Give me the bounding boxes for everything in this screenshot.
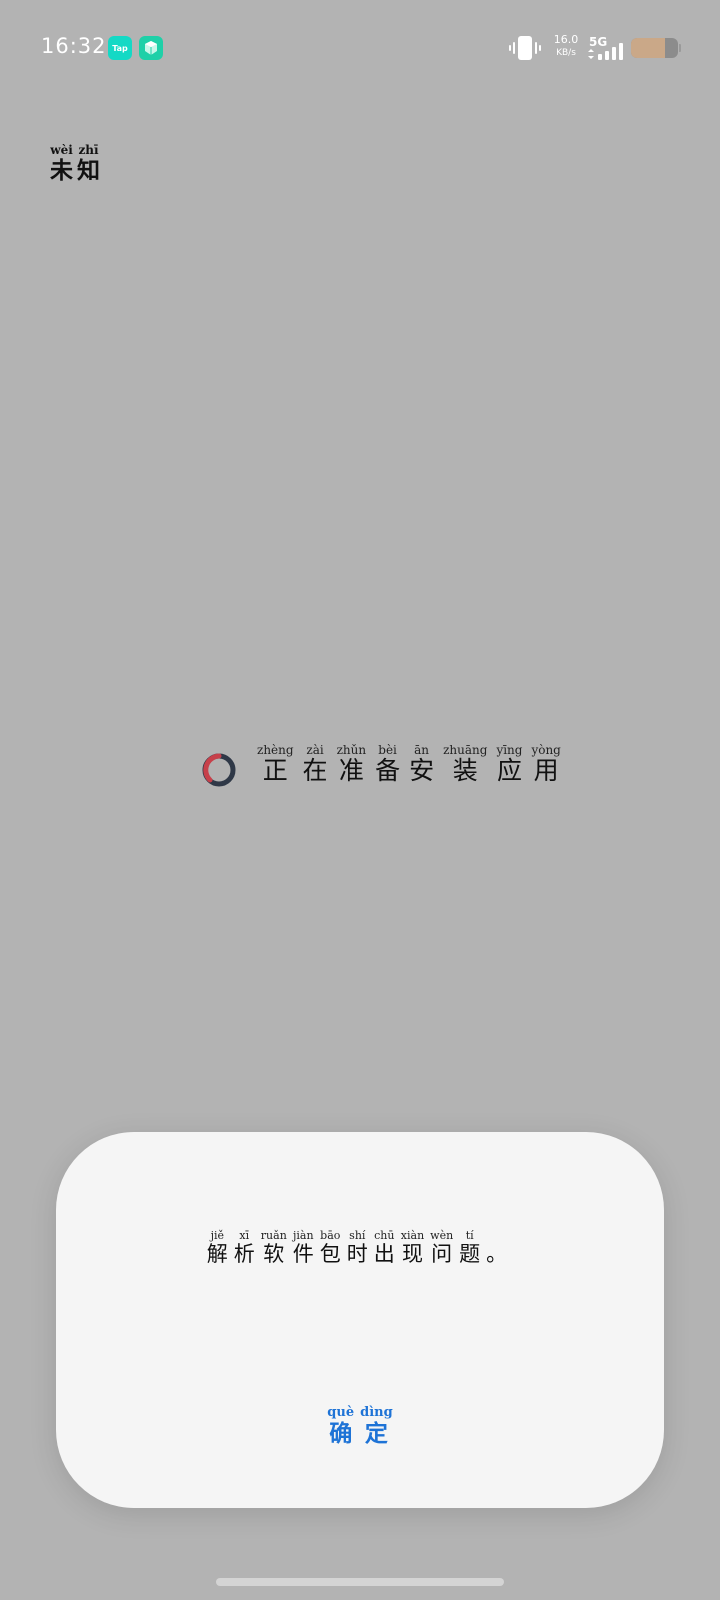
loading-char: 备bèi [375, 743, 401, 785]
dialog-message-hanzi: 现 [400, 1242, 425, 1266]
vibrate-icon [509, 36, 541, 60]
loading-hanzi: 装 [443, 756, 488, 785]
dialog-message-char: 题tí [459, 1229, 481, 1266]
loading-char: 在zài [302, 743, 328, 785]
dialog-message-char: 包bāo [319, 1229, 341, 1266]
dialog-message-char: 软ruǎn [260, 1229, 287, 1266]
dialog-message-pinyin: jiě [206, 1229, 228, 1242]
dialog-message-char: 出chū [373, 1229, 395, 1266]
tap-icon: Tap [108, 36, 132, 60]
status-time: 16:32 [41, 34, 107, 58]
confirm-pinyin: dìng [360, 1404, 393, 1420]
loading-message: 正zhèng 在zài 准zhǔn 备bèi 安ān 装zhuāng 应yīng 用yòng [257, 743, 570, 788]
loading-hanzi: 准 [336, 756, 367, 785]
dialog-message-pinyin: jiàn [292, 1229, 314, 1242]
dialog-message-char: 解jiě [206, 1229, 228, 1266]
confirm-char: 确què [327, 1405, 355, 1447]
loading-hanzi: 应 [496, 756, 523, 785]
loading-char: 准zhǔn [336, 743, 367, 785]
dialog-message-hanzi: 件 [292, 1242, 314, 1266]
loading-pinyin: zài [302, 743, 328, 757]
loading-char: 应yīng [496, 743, 523, 785]
loading-hanzi: 正 [257, 756, 294, 785]
dialog-message-hanzi: 时 [346, 1242, 368, 1266]
confirm-char: 定dìng [360, 1405, 393, 1447]
dialog-message-hanzi: 题 [459, 1242, 481, 1266]
dialog-message-hanzi: 析 [233, 1242, 255, 1266]
dialog-message-hanzi: 包 [319, 1242, 341, 1266]
gem-icon-glyph [145, 41, 157, 55]
loading-pinyin: yòng [531, 743, 561, 757]
loading-pinyin: ān [409, 743, 435, 757]
dialog-message-pinyin: chū [373, 1229, 395, 1242]
loading-char: 用yòng [531, 743, 561, 785]
dialog-message-char: 时shí [346, 1229, 368, 1266]
loading-pinyin: zhǔn [336, 743, 367, 757]
dialog-message-char: 现xiàn [400, 1229, 425, 1266]
dialog-message-char: 问wèn [430, 1229, 454, 1266]
app-label-hanzi: 知 [77, 157, 100, 184]
loading-pinyin: zhuāng [443, 743, 488, 757]
loading-pinyin: zhèng [257, 743, 294, 757]
loading-char: 正zhèng [257, 743, 294, 785]
dialog-message-pinyin: xī [233, 1229, 255, 1242]
loading-pinyin: yīng [496, 743, 523, 757]
dialog-message-pinyin: ruǎn [260, 1229, 287, 1242]
battery-tip [679, 44, 681, 52]
tap-icon-label: Tap [112, 43, 128, 53]
loading-hanzi: 备 [375, 756, 401, 785]
dialog-message-pinyin: bāo [319, 1229, 341, 1242]
confirm-pinyin: què [327, 1404, 355, 1420]
dialog-message-char: 件jiàn [292, 1229, 314, 1266]
network-speed-value: 16.0 [553, 33, 579, 46]
status-bar: 16:32 Tap 16.0 KB/s 5G [0, 0, 720, 96]
dialog-message-hanzi: 软 [260, 1242, 287, 1266]
confirm-button[interactable]: 确què定dìng [300, 1400, 420, 1456]
dialog-message-pinyin: shí [346, 1229, 368, 1242]
dialog-message-hanzi: 。 [486, 1242, 508, 1266]
loading-hanzi: 安 [409, 756, 435, 785]
dialog-message-hanzi: 问 [430, 1242, 454, 1266]
signal-icon [588, 43, 623, 60]
dialog-message: 解jiě析xī软ruǎn件jiàn包bāo时shí出chū现xiàn问wèn题t… [56, 1229, 664, 1269]
loading-pinyin: bèi [375, 743, 401, 757]
loading-row: 正zhèng 在zài 准zhǔn 备bèi 安ān 装zhuāng 应yīng 用yòng [0, 743, 720, 792]
home-indicator[interactable] [216, 1578, 504, 1586]
dialog-message-char: 析xī [233, 1229, 255, 1266]
loading-char: 装zhuāng [443, 743, 488, 785]
network-speed: 16.0 KB/s [551, 34, 581, 58]
dialog-message-char: 。 [486, 1242, 507, 1266]
battery-icon [631, 38, 678, 58]
battery-level [631, 38, 665, 58]
confirm-hanzi: 确 [327, 1419, 355, 1447]
app-label-pinyin: wèi [50, 143, 73, 157]
app-label-char: 未wèi [50, 143, 73, 184]
dialog-message-pinyin: xiàn [400, 1229, 425, 1242]
dialog-message-hanzi: 出 [373, 1242, 395, 1266]
app-label-char: 知zhī [77, 143, 100, 184]
dialog-message-hanzi: 解 [206, 1242, 228, 1266]
dialog-message-pinyin: wèn [430, 1229, 454, 1242]
dialog-message-pinyin: tí [459, 1229, 481, 1242]
loading-spinner-icon [202, 753, 236, 787]
loading-hanzi: 用 [531, 756, 561, 785]
loading-hanzi: 在 [302, 756, 328, 785]
network-speed-unit: KB/s [556, 48, 576, 58]
confirm-hanzi: 定 [360, 1419, 393, 1447]
app-name-label: 未wèi知zhī [50, 143, 104, 187]
app-label-pinyin: zhī [77, 143, 100, 157]
loading-char: 安ān [409, 743, 435, 785]
error-dialog: 解jiě析xī软ruǎn件jiàn包bāo时shí出chū现xiàn问wèn题t… [56, 1132, 664, 1508]
gem-icon [139, 36, 163, 60]
app-label-hanzi: 未 [50, 157, 73, 184]
